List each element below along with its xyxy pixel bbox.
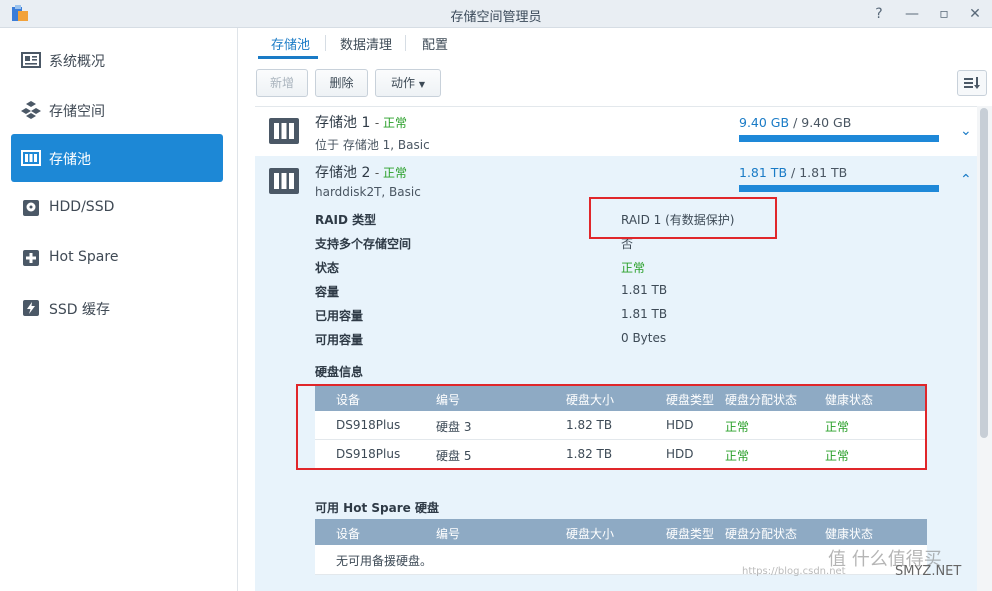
detail-value-capacity: 1.81 TB [621, 283, 668, 297]
title-bar: 存储空间管理员 ? — ▫ ✕ [0, 0, 992, 28]
active-tab-indicator [258, 56, 318, 59]
help-button[interactable]: ? [870, 5, 888, 23]
pool-status: 正常 [382, 166, 407, 180]
pool-title: 存储池 2 - 正常 [315, 162, 407, 182]
tab-storage-pool[interactable]: 存储池 [271, 34, 310, 53]
separator: - [374, 166, 383, 180]
pool-description: harddisk2T, Basic [315, 185, 421, 199]
action-dropdown[interactable]: 动作 ▼ [375, 69, 441, 97]
separator: - [374, 116, 383, 130]
tab-divider [405, 35, 406, 51]
sidebar-item-label: Hot Spare [49, 249, 119, 265]
tab-bar: 存储池 数据清理 配置 [255, 28, 992, 61]
overview-icon [21, 52, 41, 68]
hdd-icon [23, 200, 39, 216]
capacity-total: 9.40 GB [801, 115, 852, 130]
sidebar: 系统概况 存储空间 存储池 HDD/SSD Hot Spare SSD 缓存 [0, 28, 238, 591]
watermark-site: SMYZ.NET [895, 564, 962, 579]
action-label: 动作 [391, 76, 416, 90]
scrollbar-thumb[interactable] [980, 108, 988, 438]
sidebar-item-overview[interactable]: 系统概况 [11, 36, 223, 84]
column-header: 编号 [436, 527, 461, 541]
empty-message: 无可用备援硬盘。 [336, 554, 433, 568]
column-header: 健康状态 [825, 527, 874, 541]
pool-title: 存储池 1 - 正常 [315, 112, 407, 132]
maximize-button[interactable]: ▫ [935, 5, 953, 23]
cubes-icon [21, 101, 41, 119]
capacity-used: 9.40 GB [739, 115, 790, 130]
sidebar-item-hot-spare[interactable]: Hot Spare [11, 234, 223, 282]
pool-description: 位于 存储池 1, Basic [315, 138, 430, 152]
column-header: 设备 [336, 527, 361, 541]
ssd-cache-icon [23, 300, 39, 316]
pool-capacity: 1.81 TB / 1.81 TB [739, 165, 847, 180]
storage-pool-icon [21, 150, 41, 166]
create-button[interactable]: 新增 [256, 69, 308, 97]
capacity-total: 1.81 TB [799, 165, 848, 180]
highlight-box-raid [589, 197, 777, 239]
sort-icon [964, 77, 980, 89]
sidebar-item-label: SSD 缓存 [49, 302, 111, 318]
storage-pool-icon [269, 168, 299, 194]
caret-down-icon: ▼ [418, 80, 425, 89]
tab-data-scrubbing[interactable]: 数据清理 [340, 34, 392, 53]
pool-name: 存储池 2 [315, 165, 371, 181]
sidebar-item-label: 存储池 [49, 152, 91, 168]
detail-value-used: 1.81 TB [621, 307, 668, 321]
sidebar-item-volume[interactable]: 存储空间 [11, 86, 223, 134]
chevron-down-icon[interactable]: ⌄ [960, 123, 972, 139]
chevron-up-icon[interactable]: ⌃ [960, 172, 972, 188]
hot-spare-icon [23, 250, 39, 266]
detail-value-status: 正常 [621, 261, 646, 275]
storage-pool-icon [269, 118, 299, 144]
close-button[interactable]: ✕ [966, 5, 984, 23]
sidebar-item-hdd-ssd[interactable]: HDD/SSD [11, 184, 223, 232]
pool-capacity: 9.40 GB / 9.40 GB [739, 115, 851, 130]
table-header: 设备 编号 硬盘大小 硬盘类型 硬盘分配状态 健康状态 [315, 519, 927, 545]
hot-spare-title: 可用 Hot Spare 硬盘 [315, 501, 439, 515]
capacity-used: 1.81 TB [739, 165, 788, 180]
pool-row[interactable]: 存储池 1 - 正常 位于 存储池 1, Basic 9.40 GB / 9.4… [255, 106, 977, 156]
sidebar-item-ssd-cache[interactable]: SSD 缓存 [11, 284, 223, 332]
disk-info-title: 硬盘信息 [315, 365, 364, 379]
detail-label-capacity: 容量 [315, 285, 340, 299]
detail-label-status: 状态 [315, 261, 340, 275]
tab-divider [325, 35, 326, 51]
capacity-bar [739, 185, 939, 192]
delete-button[interactable]: 删除 [315, 69, 368, 97]
detail-label-used: 已用容量 [315, 309, 364, 323]
pool-name: 存储池 1 [315, 115, 371, 131]
column-header: 硬盘分配状态 [725, 527, 798, 541]
detail-label-free: 可用容量 [315, 333, 364, 347]
detail-label-multiple-volumes: 支持多个存储空间 [315, 237, 412, 251]
sidebar-item-label: 系统概况 [49, 54, 105, 70]
pool-status: 正常 [382, 116, 407, 130]
column-header: 硬盘类型 [666, 527, 715, 541]
sidebar-item-storage-pool[interactable]: 存储池 [11, 134, 223, 182]
capacity-bar [739, 135, 939, 142]
sidebar-item-label: 存储空间 [49, 104, 105, 120]
capacity-separator: / [791, 165, 800, 180]
highlight-box-disks [296, 384, 927, 470]
detail-label-raid-type: RAID 类型 [315, 213, 377, 227]
sidebar-item-label: HDD/SSD [49, 199, 115, 215]
sort-button[interactable] [957, 70, 987, 96]
tab-settings[interactable]: 配置 [422, 34, 448, 53]
column-header: 硬盘大小 [566, 527, 615, 541]
window-title: 存储空间管理员 [450, 10, 542, 25]
minimize-button[interactable]: — [903, 5, 921, 23]
detail-value-free: 0 Bytes [621, 331, 667, 345]
